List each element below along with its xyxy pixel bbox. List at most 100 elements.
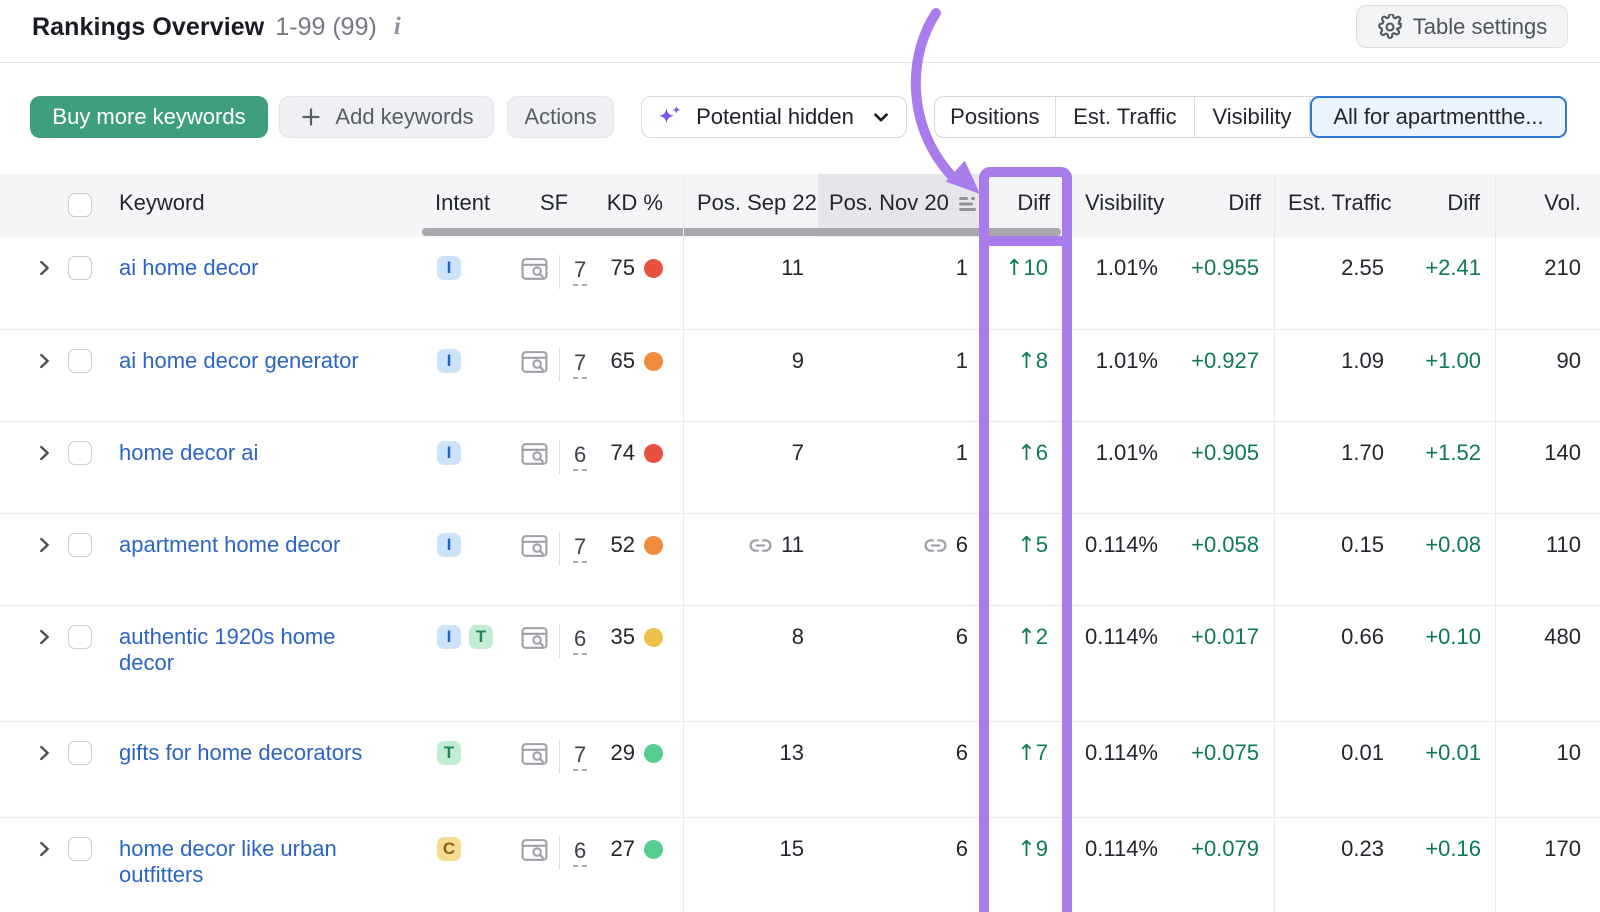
intent-cell: T (437, 741, 461, 765)
kd-cell: 27 (611, 836, 663, 862)
sf-count[interactable]: 7 (573, 351, 587, 379)
row-checkbox-wrap (68, 349, 92, 373)
kd-level-dot (644, 536, 663, 555)
volume-cell: 110 (1546, 532, 1581, 558)
up-arrow-icon: ↑ (1017, 741, 1035, 766)
visibility-cell: 0.114% (1085, 740, 1158, 766)
kd-level-dot (644, 840, 663, 859)
info-icon[interactable]: i (394, 13, 401, 41)
keyword-link[interactable]: gifts for home decorators (119, 740, 362, 765)
row-checkbox[interactable] (68, 441, 92, 465)
gear-icon (1377, 14, 1403, 40)
kd-level-dot (644, 744, 663, 763)
expand-row-icon[interactable] (33, 442, 55, 470)
traffic-diff-cell: +1.00 (1425, 348, 1481, 374)
column-header-est-traffic[interactable]: Est. Traffic (1288, 190, 1392, 216)
serp-features-icon (521, 350, 548, 381)
expand-row-icon[interactable] (33, 350, 55, 378)
keyword-row: ai home decorI775111↑101.01%+0.9552.55+2… (0, 237, 1600, 330)
row-checkbox[interactable] (68, 349, 92, 373)
expand-row-icon[interactable] (33, 626, 55, 654)
plus-icon (299, 105, 323, 129)
pos-sep-22-value: 8 (792, 624, 804, 650)
chevron-down-icon (870, 106, 892, 128)
link-icon[interactable] (748, 533, 773, 558)
column-header-traffic-diff[interactable]: Diff (1447, 190, 1480, 216)
table-settings-label: Table settings (1413, 14, 1548, 40)
row-checkbox[interactable] (68, 837, 92, 861)
row-checkbox-wrap (68, 441, 92, 465)
view-tab-est-traffic[interactable]: Est. Traffic (1056, 97, 1196, 137)
add-keywords-button[interactable]: Add keywords (279, 96, 494, 138)
keyword-row: home decor aiI67471↑61.01%+0.9051.70+1.5… (0, 422, 1600, 514)
visibility-diff-cell: +0.017 (1191, 624, 1259, 650)
potential-hidden-dropdown[interactable]: Potential hidden (641, 96, 907, 138)
visibility-cell: 1.01% (1096, 255, 1158, 281)
horizontal-scrollbar-thumb[interactable] (422, 228, 1061, 236)
intent-badge-I: I (437, 533, 461, 557)
column-header-volume[interactable]: Vol. (1544, 190, 1581, 216)
pos-nov-20-value: 6 (956, 624, 968, 650)
position-diff-cell: ↑6 (1017, 440, 1048, 467)
keyword-cell: authentic 1920s home decor (119, 624, 385, 676)
expand-row-icon[interactable] (33, 742, 55, 770)
add-keywords-label: Add keywords (335, 104, 473, 130)
view-tab-all-selected[interactable]: All for apartmentthe... (1310, 96, 1567, 138)
pos-sep-22-value: 7 (792, 440, 804, 466)
view-tab-positions[interactable]: Positions (935, 97, 1056, 137)
column-header-intent[interactable]: Intent (435, 190, 490, 216)
column-header-sf[interactable]: SF (540, 190, 568, 216)
keyword-link[interactable]: ai home decor generator (119, 348, 359, 373)
expand-row-icon[interactable] (33, 838, 55, 866)
sf-count[interactable]: 6 (573, 627, 587, 655)
view-tab-visibility[interactable]: Visibility (1195, 97, 1310, 137)
column-header-vis-diff[interactable]: Diff (1228, 190, 1261, 216)
row-checkbox[interactable] (68, 533, 92, 557)
keyword-link[interactable]: home decor like urban outfitters (119, 836, 337, 887)
kd-level-dot (644, 628, 663, 647)
expand-row-icon[interactable] (33, 534, 55, 562)
row-checkbox-wrap (68, 741, 92, 765)
up-arrow-icon: ↑ (1005, 256, 1023, 281)
sf-count[interactable]: 6 (573, 443, 587, 471)
keyword-link[interactable]: home decor ai (119, 440, 258, 465)
volume-cell: 170 (1544, 836, 1581, 862)
column-header-visibility[interactable]: Visibility (1085, 190, 1164, 216)
keyword-cell: ai home decor generator (119, 348, 385, 374)
row-checkbox[interactable] (68, 256, 92, 280)
column-header-pos-sep-22[interactable]: Pos. Sep 22 (697, 190, 817, 216)
column-header-keyword[interactable]: Keyword (119, 190, 205, 216)
row-checkbox[interactable] (68, 741, 92, 765)
table-settings-button[interactable]: Table settings (1356, 5, 1568, 48)
visibility-diff-cell: +0.955 (1191, 255, 1259, 281)
intent-badge-I: I (437, 349, 461, 373)
sf-count[interactable]: 7 (573, 743, 587, 771)
column-header-pos-nov-20[interactable]: Pos. Nov 20 (829, 190, 980, 216)
select-all-checkbox[interactable] (68, 193, 92, 217)
serp-features-icon (521, 534, 548, 565)
sf-count[interactable]: 6 (573, 839, 587, 867)
kd-cell: 35 (611, 624, 663, 650)
buy-more-keywords-button[interactable]: Buy more keywords (30, 96, 268, 138)
serp-features-icon (521, 742, 548, 773)
pos-sep-22-value: 15 (780, 836, 804, 862)
est-traffic-cell: 1.09 (1341, 348, 1384, 374)
expand-row-icon[interactable] (33, 257, 55, 285)
sf-count[interactable]: 7 (573, 535, 587, 563)
intent-cell: C (437, 837, 461, 861)
row-checkbox[interactable] (68, 625, 92, 649)
sf-divider (559, 740, 560, 774)
column-header-kd[interactable]: KD % (607, 190, 663, 216)
sf-divider (559, 255, 560, 289)
toolbar: Buy more keywords Add keywords Actions P… (0, 96, 1600, 138)
column-header-diff[interactable]: Diff (1017, 190, 1050, 216)
keyword-link[interactable]: apartment home decor (119, 532, 340, 557)
actions-button[interactable]: Actions (507, 96, 614, 138)
sf-divider (559, 348, 560, 382)
sf-count[interactable]: 7 (573, 258, 587, 286)
view-switcher: Positions Est. Traffic Visibility All fo… (934, 96, 1567, 138)
traffic-diff-cell: +0.16 (1425, 836, 1481, 862)
keyword-link[interactable]: ai home decor (119, 255, 258, 280)
link-icon[interactable] (923, 533, 948, 558)
keyword-link[interactable]: authentic 1920s home decor (119, 624, 336, 675)
